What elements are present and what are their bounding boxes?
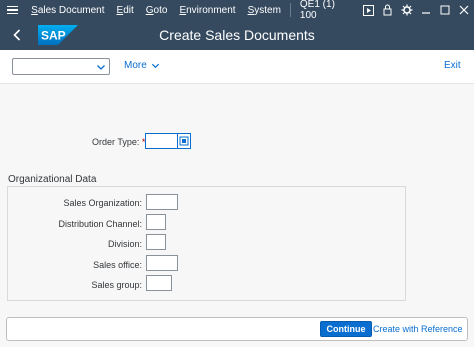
order-type-label-text: Order Type: — [92, 137, 140, 147]
page-title: Create Sales Documents — [159, 27, 315, 43]
close-icon[interactable] — [455, 0, 474, 20]
menu-environment[interactable]: Environment — [173, 5, 241, 16]
settings-icon[interactable] — [397, 0, 416, 20]
more-button[interactable]: More — [124, 60, 160, 71]
lock-icon[interactable] — [378, 0, 397, 20]
sales-organization-input[interactable] — [146, 194, 178, 210]
title-bar: SAP Create Sales Documents — [0, 20, 474, 50]
more-label: More — [124, 60, 147, 71]
menu-bar: Sales Document Edit Goto Environment Sys… — [0, 0, 474, 21]
toolbar: More Exit — [0, 50, 474, 84]
sales-group-input[interactable] — [146, 275, 172, 291]
division-input[interactable] — [146, 234, 166, 250]
sales-group-label: Sales group: — [91, 280, 142, 290]
value-help-icon — [179, 136, 189, 146]
create-with-reference-button[interactable]: Create with Reference — [373, 324, 463, 334]
system-info: QE1 (1) 100 — [299, 0, 335, 21]
order-type-label: Order Type: * — [92, 137, 145, 147]
hamburger-icon[interactable] — [0, 0, 25, 20]
menu-sales-document[interactable]: Sales Document — [25, 5, 110, 16]
sales-office-label: Sales office: — [93, 260, 142, 270]
menu-edit[interactable]: Edit — [111, 5, 140, 16]
action-dropdown[interactable] — [12, 58, 110, 75]
sales-organization-label: Sales Organization: — [63, 198, 142, 208]
chevron-down-icon — [97, 65, 105, 70]
minimize-icon[interactable] — [416, 0, 435, 20]
distribution-channel-input[interactable] — [146, 214, 166, 230]
separator — [289, 3, 291, 17]
sales-office-input[interactable] — [146, 255, 178, 271]
menu-goto[interactable]: Goto — [140, 5, 174, 16]
footer-bar: Continue Create with Reference — [6, 317, 468, 341]
maximize-icon[interactable] — [435, 0, 454, 20]
menu-system[interactable]: System — [242, 5, 287, 16]
distribution-channel-label: Distribution Channel: — [58, 219, 142, 229]
org-data-title: Organizational Data — [8, 174, 97, 185]
value-help-button[interactable] — [177, 133, 191, 149]
chevron-down-icon — [151, 63, 159, 69]
exit-button[interactable]: Exit — [444, 60, 461, 71]
play-icon[interactable] — [358, 0, 377, 20]
continue-button[interactable]: Continue — [320, 321, 372, 337]
order-type-input[interactable] — [145, 133, 178, 149]
division-label: Division: — [107, 239, 142, 249]
